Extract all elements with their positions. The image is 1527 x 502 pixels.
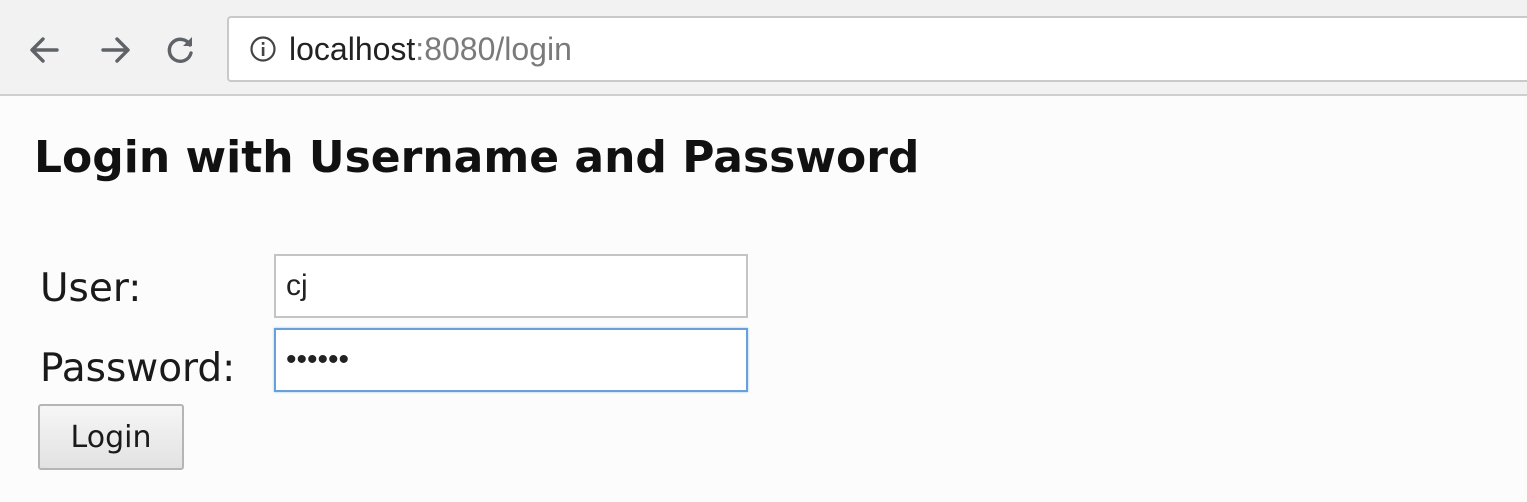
address-url: localhost:8080/login: [289, 31, 572, 68]
browser-toolbar: localhost:8080/login: [0, 0, 1527, 96]
user-label: User:: [40, 266, 142, 311]
info-icon[interactable]: [243, 29, 283, 69]
reload-icon: [167, 37, 193, 63]
url-path: :8080/login: [415, 30, 572, 67]
password-input[interactable]: [274, 328, 748, 392]
url-host: localhost: [289, 30, 416, 67]
forward-button[interactable]: [94, 28, 138, 72]
username-input[interactable]: [274, 254, 748, 318]
back-button[interactable]: [22, 28, 66, 72]
address-bar[interactable]: localhost:8080/login: [227, 16, 1527, 82]
page-title: Login with Username and Password: [34, 132, 920, 183]
arrow-right-icon: [101, 37, 130, 63]
arrow-left-icon: [30, 37, 59, 63]
password-label: Password:: [40, 346, 236, 391]
reload-button[interactable]: [158, 28, 202, 72]
login-button[interactable]: Login: [38, 404, 184, 470]
